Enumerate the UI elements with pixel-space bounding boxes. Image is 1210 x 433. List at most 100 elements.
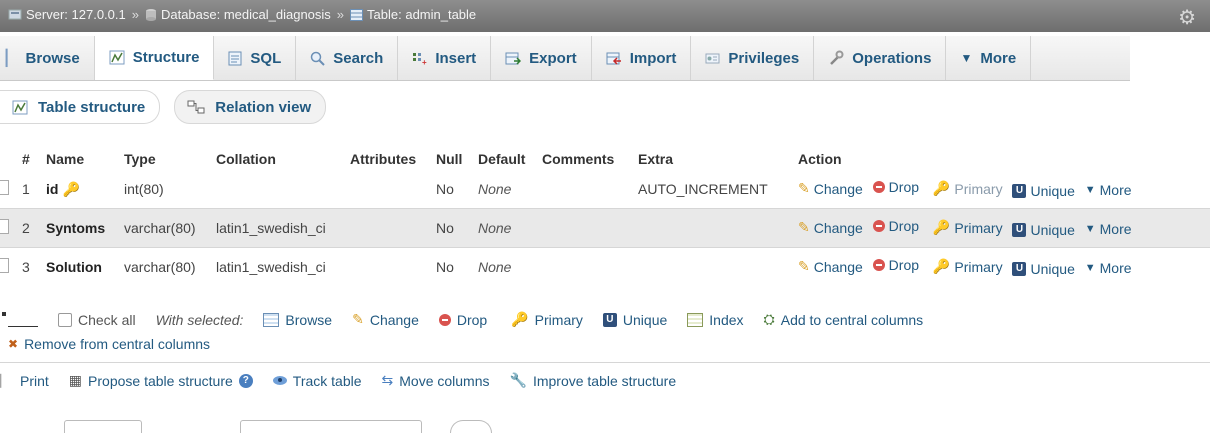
bulk-browse-button[interactable]: Browse (263, 312, 332, 328)
more-action[interactable]: ▼ More (1085, 221, 1132, 237)
primary-action[interactable]: 🔑 Primary (929, 219, 1003, 236)
tab-label: Search (333, 49, 384, 67)
header-action: Action (798, 151, 842, 167)
header-name[interactable]: Name (46, 148, 124, 170)
column-extra (638, 247, 798, 286)
unique-icon: U (1012, 261, 1027, 276)
tab-insert[interactable]: + Insert (398, 36, 492, 80)
tab-structure[interactable]: Structure (94, 36, 215, 80)
tab-label: Privileges (728, 49, 800, 67)
more-action[interactable]: ▼ More (1085, 182, 1132, 198)
improve-structure-link[interactable]: 🔧 Improve table structure (510, 372, 677, 389)
drop-icon (872, 220, 885, 233)
print-link[interactable]: ⎸ Print (0, 372, 49, 389)
tab-label: Structure (132, 49, 200, 66)
chevron-down-icon: ▼ (1084, 262, 1096, 275)
move-columns-link[interactable]: ⇆ Move columns (382, 372, 490, 389)
breadcrumb-database[interactable]: Database: medical_diagnosis (161, 7, 331, 22)
tab-sql[interactable]: SQL (214, 36, 297, 80)
column-name: Solution (46, 247, 124, 286)
help-icon[interactable]: ? (238, 373, 253, 388)
bulk-drop-button[interactable]: Drop (438, 312, 487, 328)
remove-central-icon: ✖ (8, 337, 19, 351)
subtab-table-structure[interactable]: Table structure (0, 90, 161, 124)
pencil-icon: ✎ (798, 219, 810, 236)
track-table-link[interactable]: Track table (272, 373, 362, 389)
go-button[interactable] (450, 420, 492, 433)
title-bar: Server: 127.0.0.1 » Database: medical_di… (0, 0, 1210, 32)
breadcrumb: Server: 127.0.0.1 » Database: medical_di… (8, 7, 476, 22)
tab-browse[interactable]: ▏ Browse (0, 36, 95, 80)
header-comments: Comments (542, 151, 615, 167)
breadcrumb-separator: » (336, 7, 345, 22)
drop-action[interactable]: Drop (872, 257, 919, 273)
bulk-remove-central-button[interactable]: ✖ Remove from central columns (8, 336, 210, 352)
column-null: No (436, 170, 478, 209)
server-icon (8, 9, 22, 21)
tab-search[interactable]: Search (296, 36, 399, 80)
import-icon (606, 51, 622, 66)
tab-export[interactable]: Export (491, 36, 592, 80)
table-row: 1 id 🔑 int(80) No None AUTO_INCREMENT ✎ Ch… (0, 170, 1210, 209)
tab-privileges[interactable]: Privileges (691, 36, 815, 80)
bulk-index-button[interactable]: Index (687, 312, 744, 328)
move-columns-icon: ⇆ (381, 372, 394, 388)
select-arrow-icon (2, 312, 38, 327)
column-extra (638, 208, 798, 248)
unique-icon: U (1012, 183, 1027, 198)
privileges-icon (705, 52, 720, 65)
drop-action[interactable]: Drop (872, 179, 919, 195)
column-collation: latin1_swedish_ci (216, 208, 350, 248)
breadcrumb-server[interactable]: Server: 127.0.0.1 (26, 7, 126, 22)
subtab-relation-view[interactable]: Relation view (174, 90, 327, 124)
unique-action[interactable]: U Unique (1012, 222, 1075, 238)
column-extra: AUTO_INCREMENT (638, 170, 798, 209)
tools-bar: ⎸ Print ▦ Propose table structure ? Trac… (0, 372, 676, 389)
gear-icon[interactable]: ⚙ (1178, 5, 1196, 30)
add-columns-position-select[interactable] (240, 420, 422, 433)
row-checkbox[interactable] (0, 219, 9, 234)
change-action[interactable]: ✎ Change (798, 258, 863, 275)
structure-icon (109, 50, 125, 65)
column-default: None (478, 208, 542, 248)
tab-label: Import (629, 49, 677, 67)
add-columns-count-input[interactable] (64, 420, 142, 433)
search-icon (310, 51, 325, 66)
row-checkbox[interactable] (0, 258, 9, 273)
unique-icon: U (1012, 222, 1027, 237)
primary-action[interactable]: 🔑 Primary (929, 258, 1003, 275)
propose-structure-link[interactable]: ▦ Propose table structure ? (69, 372, 253, 389)
bulk-primary-button[interactable]: 🔑 Primary (507, 311, 583, 328)
wrench-icon (828, 50, 844, 66)
more-action[interactable]: ▼ More (1085, 260, 1132, 276)
subtab-label: Relation view (215, 98, 312, 116)
drop-action[interactable]: Drop (872, 218, 919, 234)
change-action[interactable]: ✎ Change (798, 219, 863, 236)
export-icon (505, 51, 522, 66)
header-num: # (22, 151, 30, 167)
tab-import[interactable]: Import (592, 36, 692, 80)
column-type: varchar(80) (124, 247, 216, 286)
eye-icon (272, 376, 287, 385)
row-checkbox[interactable] (0, 180, 9, 195)
bulk-add-central-button[interactable]: ⛭ Add to central columns (764, 311, 924, 328)
change-action[interactable]: ✎ Change (798, 180, 863, 197)
tab-label: Browse (25, 49, 80, 67)
header-extra: Extra (638, 151, 674, 167)
bulk-unique-button[interactable]: U Unique (602, 312, 667, 328)
breadcrumb-table[interactable]: Table: admin_table (367, 7, 476, 22)
row-num: 1 (22, 170, 46, 209)
unique-action[interactable]: U Unique (1012, 261, 1075, 277)
check-all-checkbox[interactable] (58, 312, 72, 327)
check-all[interactable]: Check all (58, 312, 136, 328)
row-actions: ✎ Change Drop 🔑 Primary U Unique ▼ More (798, 170, 1210, 209)
tab-more[interactable]: ▼ More (946, 36, 1032, 80)
table-header-row: # Name Type Collation Attributes Null De… (0, 148, 1210, 170)
unique-action[interactable]: U Unique (1012, 183, 1075, 199)
pencil-icon: ✎ (352, 311, 364, 327)
divider (0, 362, 1210, 363)
primary-action[interactable]: 🔑 Primary (929, 180, 1003, 197)
bulk-change-button[interactable]: ✎ Change (352, 311, 419, 328)
structure-table: # Name Type Collation Attributes Null De… (0, 148, 1210, 286)
tab-operations[interactable]: Operations (814, 36, 947, 80)
